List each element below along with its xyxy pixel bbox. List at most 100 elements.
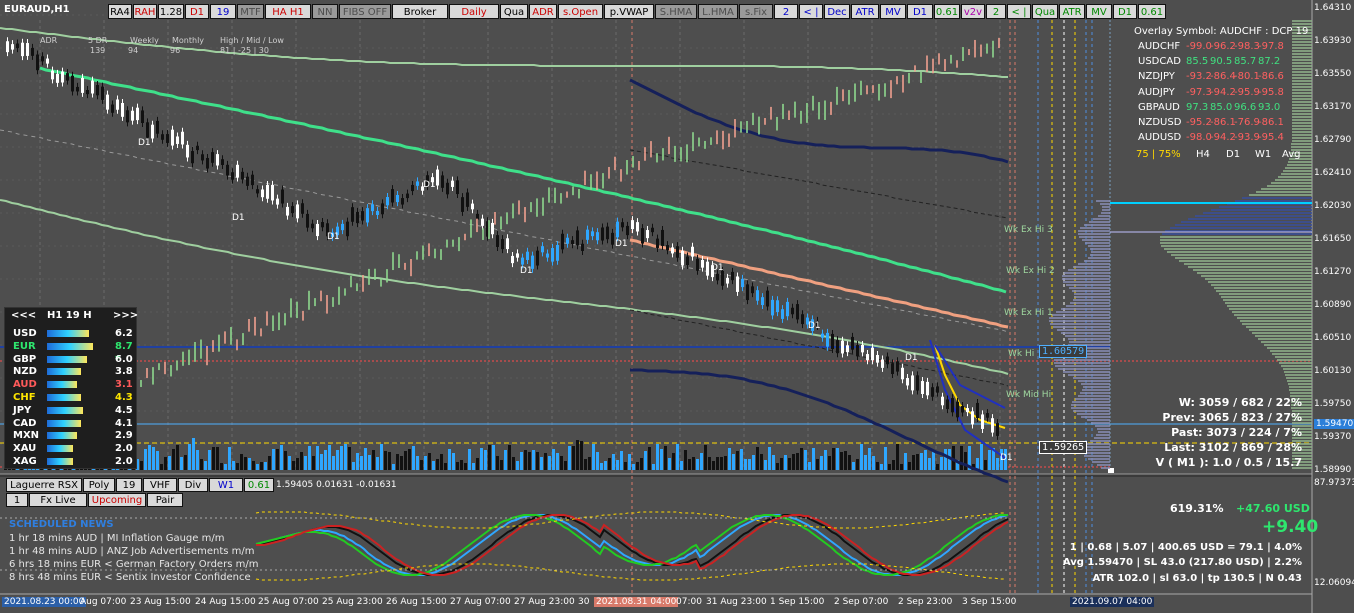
- toolbar-button-broker[interactable]: Broker: [392, 4, 448, 19]
- toolbar-button-d1[interactable]: D1: [1113, 4, 1137, 19]
- strength-bar: [47, 330, 89, 337]
- overlay-value: -97.3: [1186, 86, 1212, 98]
- toolbar-button-dec[interactable]: Dec: [824, 4, 850, 19]
- toolbar-button-mtf[interactable]: MTF: [237, 4, 264, 19]
- overlay-value: -80.1: [1234, 71, 1260, 83]
- osc-toolbar-button[interactable]: Poly: [83, 478, 115, 492]
- strength-prev-button[interactable]: <<<: [11, 310, 36, 321]
- strength-bar: [47, 432, 77, 440]
- news-item: 6 hrs 18 mins EUR < German Factory Order…: [9, 559, 259, 570]
- toolbar-button-2[interactable]: 2: [774, 4, 798, 19]
- toolbar-button-nn[interactable]: NN: [312, 4, 338, 19]
- osc-toolbar-button[interactable]: VHF: [143, 478, 177, 492]
- strength-row: AUD 3.1: [9, 378, 133, 391]
- currency-strength-panel: <<< H1 19 H >>> USD 6.2 EUR 8.7 * GBP 6.0 NZD 3…: [4, 307, 138, 469]
- toolbar-button-0-61[interactable]: 0.61: [934, 4, 960, 19]
- toolbar-button-[interactable]: < |: [1007, 4, 1031, 19]
- toolbar-button-daily[interactable]: Daily: [449, 4, 499, 19]
- weekly-level-label: Wk Ex Hi 1: [1004, 308, 1053, 318]
- strength-bar: [47, 419, 81, 427]
- profit-percent: 619.31%: [1170, 502, 1224, 515]
- news-toolbar-button[interactable]: Fx Live: [29, 493, 87, 507]
- stat-volume: V ( M1 ): 1.0 / 0.5 / 15.7: [1155, 456, 1302, 469]
- overlay-pair: AUDCHF: [1138, 41, 1181, 52]
- osc-toolbar-button[interactable]: 19: [116, 478, 142, 492]
- toolbar-button-rah[interactable]: RAH: [133, 4, 157, 19]
- toolbar-button-adr[interactable]: ADR: [529, 4, 557, 19]
- overlay-value: 87.2: [1258, 56, 1281, 68]
- overlay-value: -94.2: [1210, 132, 1236, 144]
- toolbar-button-2[interactable]: 2: [986, 4, 1006, 19]
- toolbar-button-19[interactable]: 19: [210, 4, 236, 19]
- time-tick: 3 Sep 15:00: [962, 597, 1017, 607]
- news-item: 1 hr 48 mins AUD | ANZ Job Advertisement…: [9, 546, 255, 557]
- current-price-tag: 1.59470: [1314, 419, 1354, 429]
- overlay-value: -97.8: [1258, 41, 1284, 52]
- osc-axis-top: 87.97373: [1314, 478, 1354, 488]
- strength-row: CAD 4.1: [9, 417, 133, 430]
- toolbar-button-fibs-off[interactable]: FIBS OFF: [339, 4, 391, 19]
- strength-row: JPY 4.5: [9, 404, 133, 417]
- header-stat-label: Monthly: [172, 36, 205, 45]
- toolbar-button-d1[interactable]: D1: [907, 4, 933, 19]
- strength-currency: XAU: [13, 443, 37, 455]
- strength-bar: [47, 355, 87, 363]
- time-tick: 24 Aug 15:00: [195, 597, 256, 607]
- toolbar-button-1-28[interactable]: 1.28: [158, 4, 184, 19]
- toolbar-button-atr[interactable]: ATR: [1059, 4, 1085, 19]
- strength-bar: [47, 394, 81, 401]
- osc-toolbar-button[interactable]: W1: [209, 478, 243, 492]
- strength-row: CHF 4.3: [9, 391, 133, 404]
- overlay-pair: AUDJPY: [1138, 86, 1175, 98]
- toolbar-button-mv[interactable]: MV: [1086, 4, 1112, 19]
- d1-marker: D1: [232, 213, 245, 223]
- toolbar-button-[interactable]: < |: [799, 4, 823, 19]
- toolbar-button-p-vwap[interactable]: p.VWAP: [604, 4, 654, 19]
- overlay-value: 85.0: [1210, 101, 1233, 113]
- toolbar-button-s-hma[interactable]: S.HMA: [655, 4, 697, 19]
- overlay-footer-d1: D1: [1226, 149, 1241, 160]
- overlay-value: 93.0: [1258, 101, 1281, 113]
- osc-toolbar-button[interactable]: Div: [178, 478, 208, 492]
- toolbar-button-ra4[interactable]: RA4: [108, 4, 132, 19]
- osc-toolbar-button[interactable]: Laguerre RSX: [6, 478, 82, 492]
- toolbar-button-d1[interactable]: D1: [185, 4, 209, 19]
- news-toolbar-button[interactable]: Upcoming: [88, 493, 146, 507]
- toolbar-button-l-hma[interactable]: L.HMA: [698, 4, 738, 19]
- trade-stats-line2: Avg 1.59470 | SL 43.0 (217.80 USD) | 2.2…: [1062, 557, 1302, 568]
- price-tick: 1.60890: [1314, 300, 1352, 310]
- strength-bar: [47, 342, 93, 350]
- strength-currency: XAG: [13, 456, 37, 467]
- strength-bar: [47, 368, 81, 376]
- price-box-lower: 1.59265: [1039, 441, 1088, 454]
- header-stat-label: 5 DR: [88, 36, 108, 45]
- weekly-level-label: Wk Mid Hi: [1006, 390, 1052, 400]
- toolbar-button-qua[interactable]: Qua: [500, 4, 528, 19]
- osc-toolbar-button[interactable]: 0.61: [244, 478, 274, 492]
- toolbar-button-s-open[interactable]: s.Open: [558, 4, 603, 19]
- header-stat-label: High / Mid / Low: [220, 36, 284, 45]
- toolbar-button-s-fix[interactable]: s.Fix: [739, 4, 773, 19]
- toolbar-button-atr[interactable]: ATR: [851, 4, 879, 19]
- strength-currency: AUD: [13, 379, 37, 391]
- toolbar-button-ha-h1[interactable]: HA H1: [265, 4, 311, 19]
- news-toolbar-button[interactable]: 1: [6, 493, 28, 507]
- strength-currency: USD: [13, 328, 37, 339]
- time-tick: 1 Sep 15:00: [770, 597, 825, 607]
- strength-row: USD 6.2: [9, 327, 133, 340]
- toolbar-button-0-61[interactable]: 0.61: [1138, 4, 1166, 19]
- overlay-pair: GBPAUD: [1138, 101, 1180, 113]
- overlay-value: -86.4: [1210, 71, 1236, 83]
- toolbar-button-qua[interactable]: Qua: [1032, 4, 1058, 19]
- weekly-level-label: Wk Ex Hi 2: [1006, 266, 1055, 276]
- header-stat-label: Weekly: [130, 36, 159, 45]
- toolbar-button-v2v[interactable]: v2v: [961, 4, 985, 19]
- time-tick: 2021.09.07 04:00: [1070, 597, 1155, 607]
- news-toolbar-button[interactable]: Pair: [147, 493, 183, 507]
- time-tick: 2021.08.31 04:00: [594, 597, 679, 607]
- strength-next-button[interactable]: >>>: [113, 310, 138, 321]
- price-tick: 1.63550: [1314, 69, 1352, 79]
- d1-marker: D1: [327, 232, 340, 242]
- price-tick: 1.61270: [1314, 267, 1352, 277]
- toolbar-button-mv[interactable]: MV: [880, 4, 906, 19]
